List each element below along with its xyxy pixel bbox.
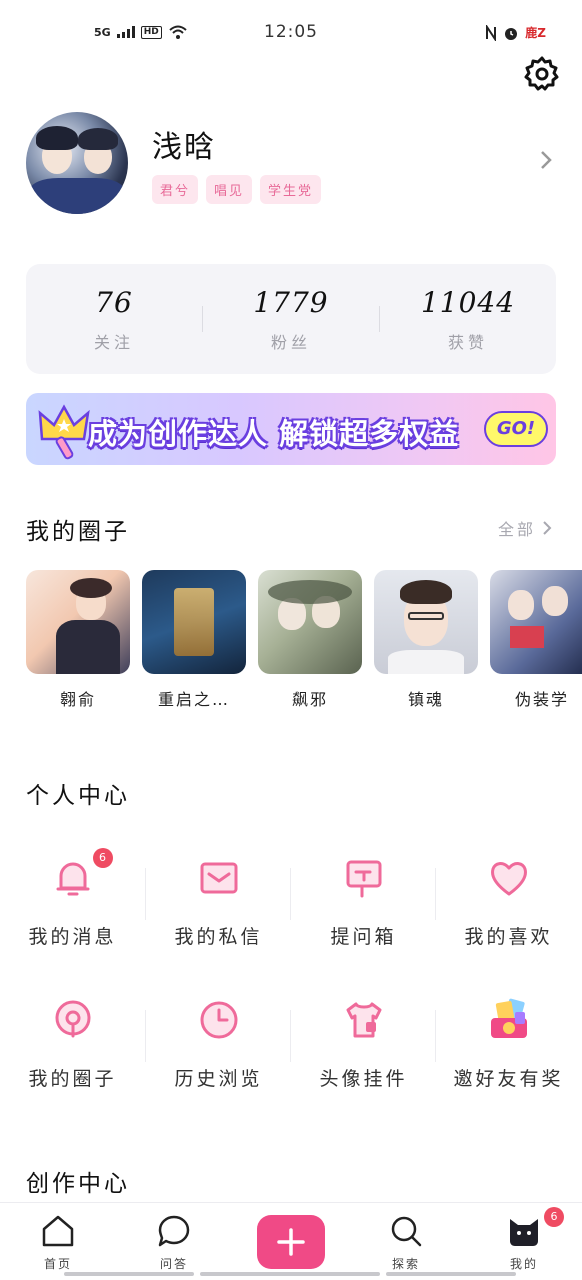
clock-icon (197, 998, 241, 1042)
search-icon (388, 1213, 424, 1249)
avatar[interactable] (26, 112, 128, 214)
see-all-circles-link[interactable]: 全部 (498, 516, 552, 540)
tshirt-icon (342, 998, 386, 1042)
my-messages-button[interactable]: 6 我的消息 (0, 848, 145, 949)
circle-card[interactable]: 飙邪 (258, 570, 362, 710)
status-app-text: 鹿Z (525, 26, 546, 40)
stat-following[interactable]: 76 关注 (26, 286, 202, 353)
grid-item-label: 历史浏览 (174, 1068, 263, 1090)
go-button[interactable]: GO! (484, 411, 548, 447)
gift-icon (487, 998, 531, 1042)
grid-item-label: 头像挂件 (319, 1068, 408, 1090)
circle-thumbnail (374, 570, 478, 674)
profile-tag[interactable]: 君兮 (152, 175, 199, 204)
see-all-label: 全部 (497, 520, 536, 539)
nav-qa[interactable]: 问答 (134, 1213, 214, 1272)
gear-icon (524, 56, 559, 91)
circle-pin-icon (51, 998, 95, 1042)
stat-label: 粉丝 (270, 333, 311, 352)
nav-explore[interactable]: 探索 (366, 1213, 446, 1272)
profile-tag[interactable]: 学生党 (260, 175, 322, 204)
circle-name: 重启之… (157, 690, 230, 709)
home-icon (40, 1213, 76, 1249)
circle-thumbnail (490, 570, 582, 674)
question-box-button[interactable]: 提问箱 (291, 856, 436, 949)
my-likes-button[interactable]: 我的喜欢 (436, 856, 581, 949)
section-title-personal-center: 个人中心 (26, 783, 130, 809)
gesture-bar (64, 1272, 194, 1276)
circle-card[interactable]: 翱俞 (26, 570, 130, 710)
grid-item-label: 邀好友有奖 (453, 1068, 564, 1090)
stat-likes[interactable]: 11044 获赞 (380, 286, 556, 353)
status-bar: 5G HD 12:05 鹿Z (0, 0, 582, 64)
circle-card[interactable]: 重启之… (142, 570, 246, 710)
grid-item-label: 提问箱 (330, 926, 397, 948)
nav-home[interactable]: 首页 (18, 1213, 98, 1272)
bottom-nav: 首页 问答 探索 6 我的 (0, 1202, 582, 1280)
grid-item-label: 我的消息 (28, 926, 117, 948)
circle-name: 伪装学 (514, 690, 569, 709)
invite-friends-button[interactable]: 邀好友有奖 (436, 998, 581, 1091)
envelope-icon (197, 856, 241, 900)
stat-value: 76 (95, 286, 133, 319)
nav-label: 我的 (509, 1257, 538, 1271)
avatar-pendant-button[interactable]: 头像挂件 (291, 998, 436, 1091)
settings-button[interactable] (522, 54, 562, 94)
history-button[interactable]: 历史浏览 (146, 998, 291, 1091)
crown-icon (38, 404, 90, 460)
circle-name: 镇魂 (407, 690, 444, 709)
bell-icon: 6 (51, 848, 113, 900)
nfc-icon (486, 24, 497, 41)
status-right: 鹿Z (485, 24, 546, 41)
stat-value: 11044 (420, 286, 516, 319)
stats-panel: 76 关注 1779 粉丝 11044 获赞 (26, 264, 556, 374)
gesture-bar (200, 1272, 380, 1276)
chevron-right-icon (541, 151, 552, 169)
nav-mine[interactable]: 6 我的 (484, 1207, 564, 1272)
chevron-right-icon (543, 521, 552, 535)
grid-item-label: 我的圈子 (28, 1068, 117, 1090)
stat-label: 获赞 (447, 333, 488, 352)
circle-card[interactable]: 镇魂 (374, 570, 478, 710)
section-title-my-circles: 我的圈子 (26, 519, 130, 545)
creator-banner[interactable]: 成为创作达人 解锁超多权益 GO! (26, 393, 556, 465)
stat-label: 关注 (93, 333, 134, 352)
username: 浅晗 (152, 130, 216, 165)
cat-icon: 6 (506, 1207, 564, 1249)
stat-followers[interactable]: 1779 粉丝 (203, 286, 379, 353)
mailbox-icon (342, 856, 386, 900)
notification-badge: 6 (92, 848, 113, 868)
nav-label: 首页 (43, 1257, 72, 1271)
grid-item-label: 我的私信 (174, 926, 263, 948)
banner-text: 成为创作达人 解锁超多权益 (88, 417, 460, 451)
circle-name: 飙邪 (291, 690, 328, 709)
create-post-button[interactable] (257, 1215, 325, 1269)
my-private-messages-button[interactable]: 我的私信 (146, 856, 291, 949)
circle-thumbnail (26, 570, 130, 674)
notification-badge: 6 (544, 1207, 564, 1227)
profile-detail-button[interactable] (538, 148, 554, 172)
heart-icon (487, 856, 531, 900)
gesture-bar (386, 1272, 516, 1276)
plus-icon (277, 1228, 305, 1256)
stat-value: 1779 (253, 286, 329, 319)
circle-thumbnail (142, 570, 246, 674)
nav-label: 问答 (159, 1257, 188, 1271)
profile-tags: 君兮 唱见 学生党 (152, 175, 322, 204)
my-circles-button[interactable]: 我的圈子 (0, 998, 145, 1091)
circle-name: 翱俞 (59, 690, 96, 709)
circle-card[interactable]: 伪装学 (490, 570, 582, 710)
section-title-creation-center: 创作中心 (26, 1171, 130, 1197)
grid-item-label: 我的喜欢 (464, 926, 553, 948)
profile-tag[interactable]: 唱见 (206, 175, 253, 204)
circle-thumbnail (258, 570, 362, 674)
chat-bubble-icon (156, 1213, 192, 1249)
nav-label: 探索 (391, 1257, 420, 1271)
circles-carousel[interactable]: 翱俞 重启之… 飙邪 镇魂 伪装学 (26, 570, 582, 720)
alarm-icon (505, 27, 518, 40)
